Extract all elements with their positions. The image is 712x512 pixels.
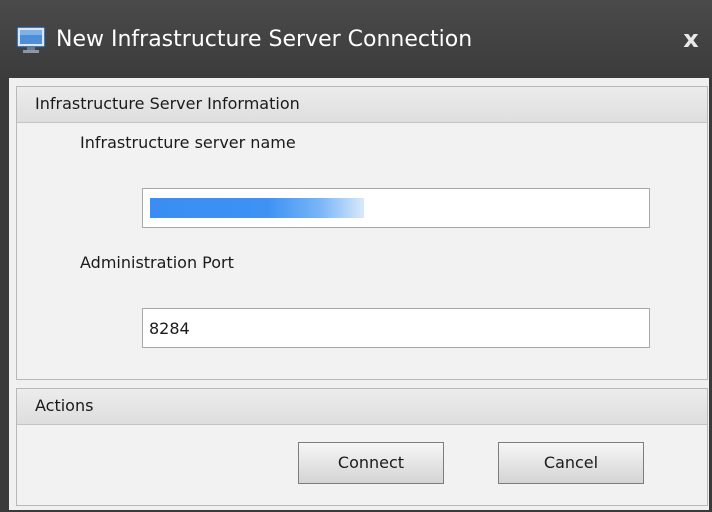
- server-info-title: Infrastructure Server Information: [35, 94, 300, 113]
- server-name-label: Infrastructure server name: [80, 133, 296, 152]
- window-title: New Infrastructure Server Connection: [56, 27, 473, 52]
- admin-port-label: Administration Port: [80, 253, 234, 272]
- actions-header: Actions: [17, 389, 707, 425]
- actions-title: Actions: [35, 396, 94, 415]
- cancel-button[interactable]: Cancel: [498, 442, 644, 484]
- connect-button[interactable]: Connect: [298, 442, 444, 484]
- close-button[interactable]: x: [676, 22, 706, 56]
- title-bar[interactable]: New Infrastructure Server Connection x: [0, 0, 712, 80]
- server-info-header: Infrastructure Server Information: [17, 87, 707, 123]
- dialog-window: New Infrastructure Server Connection x I…: [0, 0, 712, 512]
- server-name-input[interactable]: [142, 188, 650, 228]
- monitor-icon: [16, 26, 46, 53]
- admin-port-input[interactable]: [142, 308, 650, 348]
- close-icon: x: [683, 25, 699, 53]
